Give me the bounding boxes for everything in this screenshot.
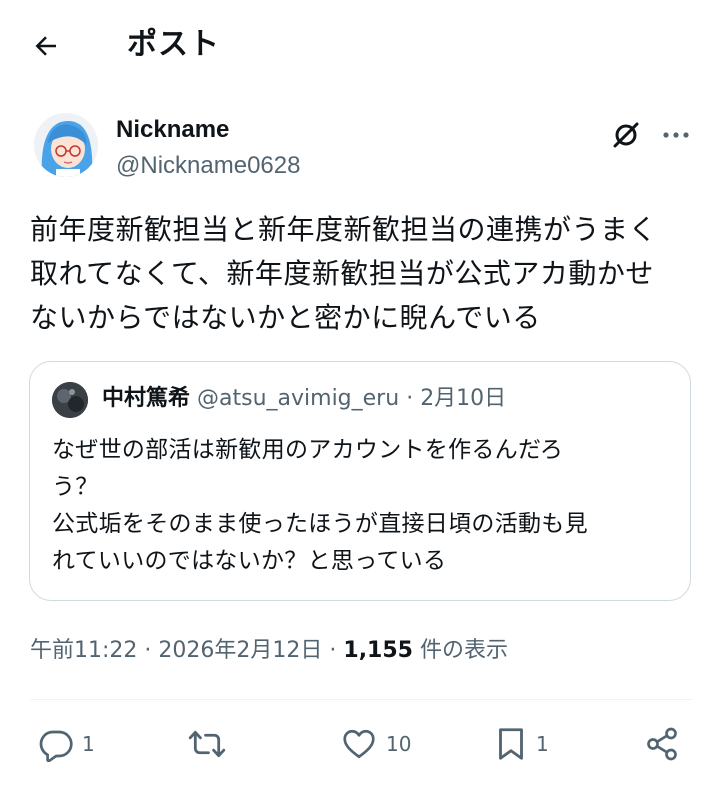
like-icon xyxy=(343,729,375,759)
reply-icon xyxy=(39,730,73,762)
quoted-date: 2月10日 xyxy=(420,386,507,411)
display-name[interactable]: Nickname xyxy=(116,115,229,145)
post-body-text: 前年度新歓担当と新年度新歓担当の連携がうまく 取れてなくて、新年度新歓担当が公式… xyxy=(30,213,658,334)
like-button[interactable]: 10 xyxy=(340,724,411,764)
back-arrow-icon xyxy=(35,36,56,56)
more-icon xyxy=(663,132,689,138)
quoted-separator: · xyxy=(406,386,414,411)
top-bar: ポスト xyxy=(0,0,720,90)
post-time[interactable]: 午前11:22 xyxy=(30,638,137,663)
grok-icon xyxy=(613,122,639,148)
views-count: 1,155 xyxy=(343,638,413,663)
more-options-button[interactable] xyxy=(656,117,696,153)
post-date[interactable]: 2026年2月12日 xyxy=(158,638,322,663)
share-button[interactable] xyxy=(644,724,680,764)
post-author: Nickname @Nickname0628 xyxy=(0,105,720,195)
avatar[interactable] xyxy=(34,113,98,177)
quoted-handle: @atsu_avimig_eru xyxy=(197,386,400,411)
meta-separator: · xyxy=(144,638,152,663)
back-button[interactable] xyxy=(28,28,64,64)
bookmark-icon xyxy=(499,728,523,760)
quoted-post[interactable]: 中村篤希 @atsu_avimig_eru · 2月10日 なぜ世の部活は新歓用… xyxy=(29,361,691,601)
views-label: 件の表示 xyxy=(419,638,508,663)
user-handle[interactable]: @Nickname0628 xyxy=(116,151,300,181)
post-meta: 午前11:22 · 2026年2月12日 · 1,155 件の表示 xyxy=(30,636,508,666)
quoted-text: なぜ世の部活は新歓用のアカウントを作るんだろ う？ 公式垢をそのまま使ったほうが… xyxy=(52,437,588,574)
share-icon xyxy=(647,727,677,761)
quoted-author-name: 中村篤希 xyxy=(102,386,191,411)
quoted-avatar xyxy=(52,382,88,418)
meta-separator: · xyxy=(329,638,337,663)
grok-button[interactable] xyxy=(608,117,644,153)
repost-icon xyxy=(188,730,226,758)
quoted-header: 中村篤希 @atsu_avimig_eru · 2月10日 xyxy=(102,384,506,414)
repost-button[interactable] xyxy=(188,724,234,764)
bookmark-count: 1 xyxy=(536,732,549,756)
like-count: 10 xyxy=(386,732,412,756)
reply-count: 1 xyxy=(82,732,95,756)
page-title: ポスト xyxy=(127,27,220,62)
reply-button[interactable]: 1 xyxy=(38,724,95,764)
bookmark-button[interactable]: 1 xyxy=(494,724,549,764)
action-bar: 1 10 1 xyxy=(0,718,720,770)
divider xyxy=(30,699,692,700)
